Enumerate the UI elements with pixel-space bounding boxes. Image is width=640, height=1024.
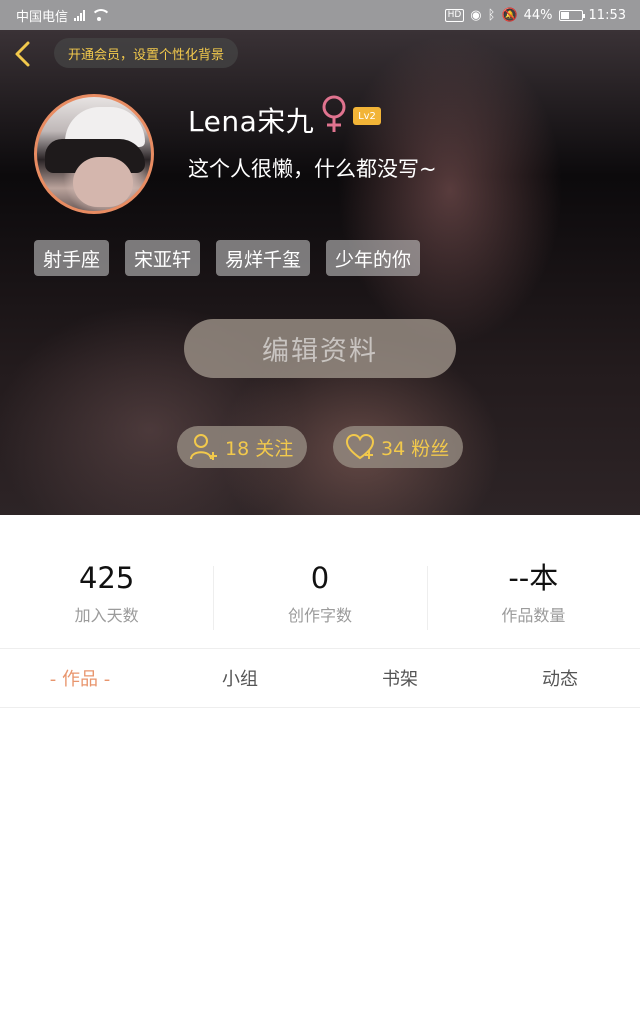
stats-row: 425 加入天数 0 创作字数 --本 作品数量 [0, 560, 640, 632]
stat-join-days: 425 加入天数 [0, 560, 213, 632]
fans-button[interactable]: 34 粉丝 [333, 426, 464, 468]
tag-item[interactable]: 易烊千玺 [216, 240, 311, 276]
tab-bookshelf[interactable]: 书架 [320, 650, 480, 706]
stat-label: 创作字数 [287, 606, 352, 625]
stat-value: --本 [508, 561, 559, 595]
avatar-face [73, 157, 133, 207]
status-left: 中国电信 [16, 6, 112, 25]
divider [0, 648, 640, 649]
status-bar: 中国电信 HD ◉ ᛒ 🔕 44% 11:53 [0, 0, 640, 30]
profile-tabs: - 作品 - 小组 书架 动态 [0, 650, 640, 706]
add-user-icon [190, 434, 217, 460]
tab-groups[interactable]: 小组 [160, 650, 320, 706]
tag-item[interactable]: 宋亚轩 [125, 240, 201, 276]
tag-item[interactable]: 少年的你 [326, 240, 421, 276]
time-label: 11:53 [588, 7, 626, 23]
avatar[interactable] [34, 94, 154, 214]
level-badge: Lv2 [353, 107, 381, 125]
stat-label: 作品数量 [501, 606, 566, 625]
bio-text: 这个人很懒，什么都没写~ [188, 157, 437, 181]
vip-background-banner[interactable]: 开通会员，设置个性化背景 [54, 38, 239, 68]
signal-icon [74, 9, 86, 21]
profile-header: 开通会员，设置个性化背景 Lena宋九 Lv2 这个人很懒，什么都没写~ 射手座… [0, 30, 640, 515]
divider [0, 707, 640, 708]
username: Lena宋九 [188, 105, 315, 138]
following-count: 18 关注 [225, 437, 294, 460]
female-icon [322, 95, 346, 132]
tag-list: 射手座 宋亚轩 易烊千玺 少年的你 [34, 240, 421, 276]
stat-works-count: --本 作品数量 [426, 560, 640, 632]
stat-value: 0 [310, 561, 330, 595]
following-button[interactable]: 18 关注 [177, 426, 308, 468]
status-right: HD ◉ ᛒ 🔕 44% 11:53 [444, 7, 626, 23]
eye-icon: ◉ [470, 7, 482, 23]
back-icon[interactable] [12, 40, 34, 68]
stat-word-count: 0 创作字数 [213, 560, 426, 632]
edit-profile-button[interactable]: 编辑资料 [184, 319, 456, 378]
fans-count: 34 粉丝 [381, 437, 450, 460]
tab-works[interactable]: - 作品 - [0, 650, 160, 706]
mute-icon: 🔕 [501, 7, 518, 23]
battery-icon [558, 9, 585, 21]
stat-label: 加入天数 [74, 606, 139, 625]
hd-icon: HD [444, 8, 465, 22]
battery-label: 44% [523, 7, 553, 23]
carrier-label: 中国电信 [16, 9, 69, 25]
tag-item[interactable]: 射手座 [34, 240, 110, 276]
bluetooth-icon: ᛒ [487, 7, 496, 23]
stat-value: 425 [78, 561, 135, 595]
wifi-icon [91, 9, 112, 21]
tab-activity[interactable]: 动态 [480, 650, 640, 706]
heart-plus-icon [345, 433, 375, 460]
